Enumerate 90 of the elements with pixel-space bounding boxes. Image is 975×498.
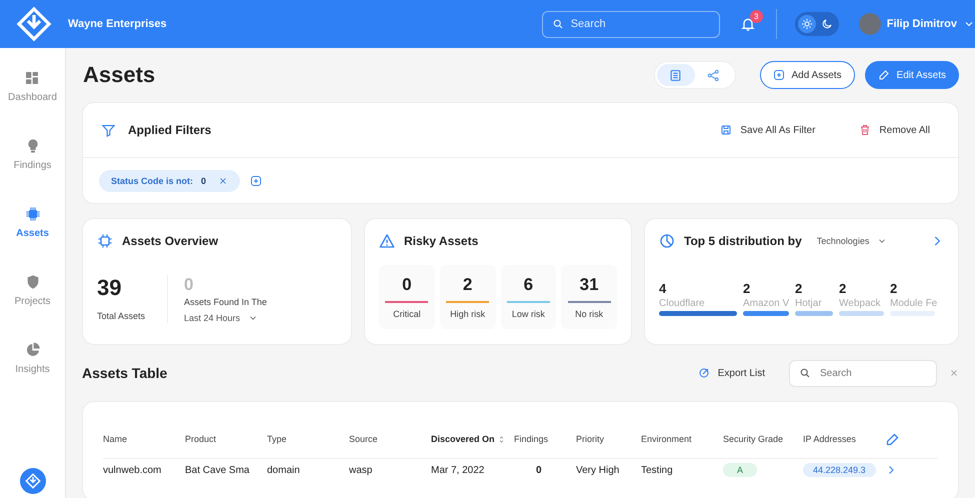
distribution-count: 4: [659, 281, 668, 296]
distribution-label: Hotjar: [795, 298, 823, 309]
add-icon[interactable]: [250, 175, 262, 187]
table-cell-text: 0: [535, 464, 542, 476]
action-button[interactable]: Save All As Filter: [720, 124, 816, 136]
risk-label: Critical: [393, 309, 421, 319]
plus-icon: [772, 69, 784, 81]
distribution-label: Amazon V: [743, 298, 789, 309]
section-title: Assets Table: [82, 365, 168, 381]
dashboard-icon: [24, 70, 40, 86]
trash-icon: [859, 124, 872, 136]
assets-icon: [24, 206, 40, 222]
period-dropdown[interactable]: Last 24 Hours: [184, 313, 267, 323]
card-title: Assets Overview: [122, 234, 218, 248]
logo-icon[interactable]: [16, 6, 52, 42]
risk-count: 31: [580, 275, 599, 295]
column-header[interactable]: Name: [103, 434, 128, 444]
total-count: 39: [97, 275, 122, 301]
edit-icon: [878, 69, 890, 81]
column-header[interactable]: Source: [349, 434, 378, 444]
help-button[interactable]: [20, 468, 46, 494]
view-toggle[interactable]: [654, 61, 736, 89]
total-label: Total Assets: [97, 311, 146, 321]
grade-badge: A: [723, 463, 758, 477]
column-header[interactable]: Priority: [576, 434, 604, 444]
risk-label: Low risk: [512, 309, 545, 319]
insights-icon: [24, 342, 40, 358]
risk-count: 0: [402, 275, 412, 295]
column-header[interactable]: Discovered On: [431, 434, 495, 444]
distribution-count: 2: [795, 281, 804, 296]
sun-icon: [800, 18, 813, 30]
search-field[interactable]: Search: [789, 360, 937, 386]
recent-label: Assets Found In The: [184, 297, 267, 307]
warning-icon: [379, 233, 395, 249]
export-icon: [698, 367, 710, 379]
action-button[interactable]: Add Assets: [760, 61, 855, 89]
recent-count: 0: [184, 275, 194, 295]
close-icon[interactable]: [218, 176, 228, 186]
pie-chart-icon: [659, 233, 675, 249]
page-title: Assets: [83, 62, 156, 88]
sidebar-item[interactable]: Assets: [16, 206, 49, 274]
table-cell: domain: [267, 464, 300, 476]
column-header[interactable]: Type: [267, 434, 287, 444]
distribution-label: Webpack: [839, 298, 882, 309]
table-cell: Testing: [641, 464, 673, 476]
column-header[interactable]: Environment: [641, 434, 692, 444]
distribution-count: 2: [839, 281, 848, 296]
risk-label: High risk: [450, 309, 486, 319]
close-icon[interactable]: [949, 368, 959, 378]
filter-chip[interactable]: Status Code is not: 0: [99, 170, 240, 192]
user-name[interactable]: Filip Dimitrov: [886, 18, 957, 30]
column-header[interactable]: Security Grade: [723, 434, 784, 444]
action-button[interactable]: Remove All: [859, 124, 930, 136]
risk-count: 2: [462, 275, 472, 295]
save-icon: [720, 124, 732, 136]
notification-badge: 3: [750, 10, 763, 23]
ip-badge: 44.228.249.3: [803, 463, 876, 477]
logo-icon: [24, 473, 40, 489]
chip-icon: [97, 233, 113, 249]
search-icon: [552, 18, 564, 30]
distribution-label: Module Fe: [890, 298, 935, 309]
column-header[interactable]: Findings: [514, 434, 548, 444]
theme-toggle[interactable]: [794, 12, 839, 36]
moon-icon: [820, 18, 833, 30]
edit-columns-icon[interactable]: [885, 432, 900, 446]
projects-icon: [24, 274, 40, 290]
table-cell: wasp: [349, 464, 372, 476]
dimension-dropdown[interactable]: Technologies: [816, 236, 888, 246]
company-name: Wayne Enterprises: [68, 18, 167, 30]
action-button[interactable]: Edit Assets: [864, 61, 959, 89]
table-cell: Mar 7, 2022: [431, 464, 484, 476]
sidebar-item[interactable]: Dashboard: [8, 70, 57, 138]
distribution-label: Cloudflare: [659, 298, 706, 309]
distribution-count: 2: [743, 281, 752, 296]
risk-label: No risk: [575, 309, 604, 319]
card-title: Top 5 distribution by: [684, 234, 802, 248]
filter-icon: [101, 122, 116, 138]
card-title: Risky Assets: [404, 234, 478, 248]
export-button[interactable]: Export List: [698, 367, 765, 379]
graph-icon: [707, 68, 720, 82]
distribution-count: 2: [890, 281, 898, 296]
column-header[interactable]: IP Addresses: [803, 434, 856, 444]
risk-count: 6: [524, 275, 534, 295]
column-header[interactable]: Product: [185, 434, 216, 444]
table-cell: Very High: [576, 464, 620, 476]
card-title: Applied Filters: [128, 123, 212, 137]
bell-icon[interactable]: [740, 16, 756, 32]
table-cell: vulnweb.com: [103, 464, 162, 476]
table-cell: Bat Cave Sma: [185, 464, 250, 476]
list-icon: [669, 68, 682, 82]
